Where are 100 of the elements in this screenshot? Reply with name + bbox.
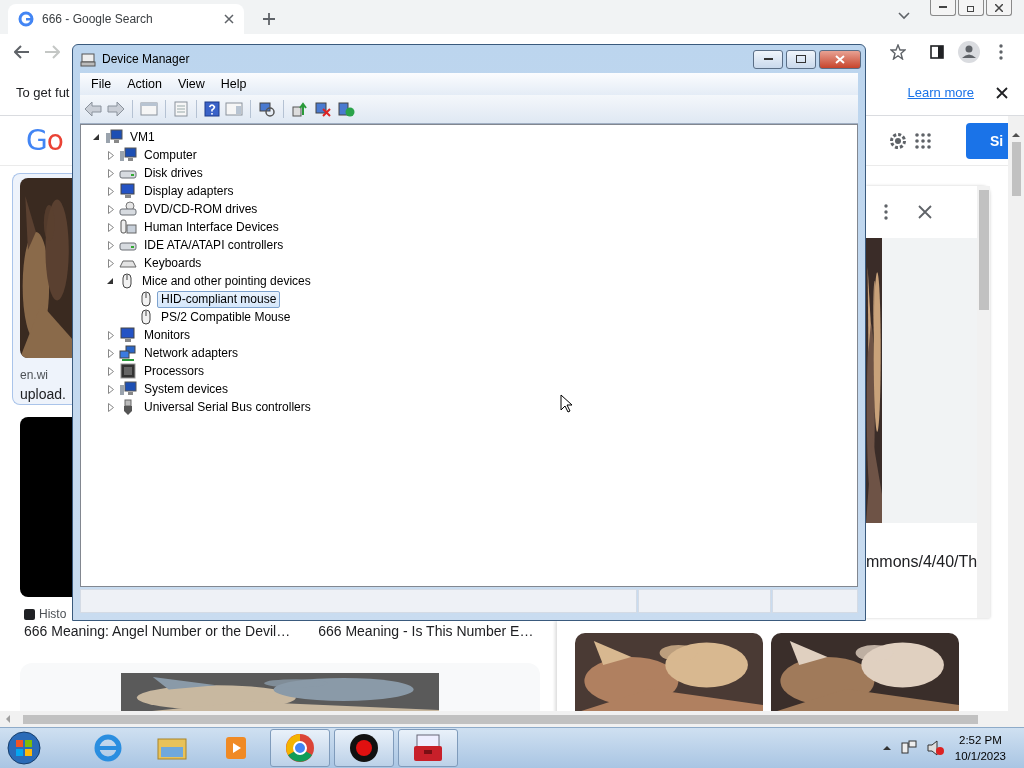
- restore-icon: [966, 3, 976, 12]
- menu-item[interactable]: File: [83, 77, 120, 91]
- chevron-down-icon[interactable]: [898, 12, 910, 20]
- tree-item[interactable]: Mice and other pointing devices: [138, 272, 315, 290]
- logo[interactable]: Go: [26, 124, 63, 157]
- sign-in-button[interactable]: Si: [966, 122, 1008, 159]
- source-text: Histo: [39, 607, 67, 621]
- menu-item[interactable]: Help: [212, 77, 255, 91]
- computer-icon: [119, 381, 137, 397]
- star-icon[interactable]: [890, 44, 906, 60]
- result-title[interactable]: 666 Meaning: Angel Number or the Devil…: [24, 623, 291, 639]
- maximize-icon: [796, 55, 806, 63]
- window-title: Device Manager: [102, 52, 190, 66]
- tree-item[interactable]: HID-compliant mouse: [157, 290, 281, 308]
- browser-tab[interactable]: 666 - Google Search: [8, 4, 244, 34]
- info-text: To get fut: [16, 85, 70, 100]
- new-tab-icon[interactable]: [262, 12, 276, 26]
- tree-item[interactable]: Processors: [140, 362, 209, 380]
- avatar-icon[interactable]: [958, 41, 980, 63]
- record-icon: [348, 732, 380, 764]
- apps-grid-icon[interactable]: [914, 131, 932, 150]
- minimize-button[interactable]: [753, 49, 783, 69]
- tab-title: 666 - Google Search: [42, 12, 154, 26]
- back-arrow-icon[interactable]: [84, 101, 102, 117]
- restore-button[interactable]: [958, 0, 984, 16]
- minimize-button[interactable]: [930, 0, 956, 16]
- monitor-icon: [119, 183, 137, 199]
- minimize-icon: [763, 57, 773, 61]
- tree-item[interactable]: DVD/CD-ROM drives: [140, 200, 262, 218]
- learn-more-link[interactable]: Learn more: [907, 85, 974, 100]
- taskbar-app[interactable]: [334, 729, 394, 767]
- clock[interactable]: 2:52 PM 10/1/2023: [954, 732, 1006, 764]
- tree-item[interactable]: Monitors: [140, 326, 194, 344]
- close-icon[interactable]: [224, 14, 234, 24]
- close-icon[interactable]: [996, 86, 1008, 99]
- uninstall-icon[interactable]: [314, 101, 332, 117]
- close-icon: [835, 54, 845, 64]
- scrollbar[interactable]: [0, 711, 1024, 727]
- scroll-up-icon[interactable]: [1012, 132, 1020, 138]
- start-button-icon[interactable]: [6, 730, 42, 766]
- disc-drive-icon: [119, 201, 137, 217]
- menu-item[interactable]: View: [169, 77, 213, 91]
- tree-item[interactable]: Computer: [140, 146, 201, 164]
- network-icon[interactable]: [900, 740, 917, 756]
- tree-item[interactable]: IDE ATA/ATAPI controllers: [140, 236, 288, 254]
- speaker-muted-icon[interactable]: [926, 740, 945, 756]
- mouse-icon: [138, 291, 154, 307]
- url-text: mmons/4/40/Th: [866, 553, 978, 571]
- device-icon: [119, 219, 137, 235]
- computer-icon: [119, 147, 137, 163]
- chevron-up-icon[interactable]: [882, 745, 891, 751]
- result-caption: upload.: [20, 386, 67, 402]
- kebab-menu-icon[interactable]: [999, 44, 1003, 60]
- tree-item[interactable]: Disk drives: [140, 164, 207, 182]
- update-driver-icon[interactable]: [291, 101, 309, 117]
- video-thumbnail[interactable]: [20, 417, 72, 597]
- device-manager-icon: [80, 51, 96, 67]
- help-icon[interactable]: [204, 101, 220, 117]
- tree-item[interactable]: Display adapters: [140, 182, 238, 200]
- network-icon: [119, 345, 137, 361]
- menu-item[interactable]: Action: [119, 77, 170, 91]
- close-icon[interactable]: [918, 205, 932, 219]
- tree-item[interactable]: System devices: [140, 380, 233, 398]
- chrome-icon: [284, 732, 316, 764]
- side-panel-icon[interactable]: [930, 45, 944, 59]
- tree-item[interactable]: Keyboards: [140, 254, 206, 272]
- scrollbar[interactable]: [1008, 116, 1024, 711]
- scan-hardware-icon[interactable]: [258, 101, 276, 117]
- scrollbar-thumb[interactable]: [978, 190, 989, 310]
- browser-icon: [93, 733, 123, 763]
- back-arrow-icon[interactable]: [14, 45, 30, 59]
- maximize-button[interactable]: [786, 49, 816, 69]
- result-card[interactable]: en.wi upload.: [12, 173, 72, 405]
- close-icon: [995, 3, 1003, 12]
- monitor-icon: [119, 327, 137, 343]
- close-button[interactable]: [819, 49, 861, 69]
- source-text: en.wi: [20, 368, 49, 382]
- close-button[interactable]: [986, 0, 1012, 16]
- google-icon: [18, 11, 34, 27]
- tree-item[interactable]: Network adapters: [140, 344, 243, 362]
- result-title[interactable]: 666 Meaning - Is This Number E…: [318, 623, 557, 639]
- mouse-icon: [138, 309, 154, 325]
- scrollbar[interactable]: [977, 186, 990, 618]
- tree-item[interactable]: Universal Serial Bus controllers: [140, 398, 315, 416]
- question-badge-icon: [24, 608, 35, 620]
- chip-icon: [119, 363, 137, 379]
- scrollbar-thumb[interactable]: [1011, 142, 1021, 196]
- minimize-icon: [939, 6, 947, 9]
- tree-item[interactable]: VM1: [126, 128, 159, 146]
- kebab-menu-icon[interactable]: [884, 204, 888, 220]
- tree-item[interactable]: Human Interface Devices: [140, 218, 283, 236]
- scrollbar-thumb[interactable]: [23, 714, 978, 724]
- forward-arrow-icon[interactable]: [107, 101, 125, 117]
- mouse-pointer-icon: [560, 394, 572, 413]
- mouse-icon: [119, 273, 135, 289]
- computer-icon: [105, 129, 123, 145]
- settings-icon[interactable]: [888, 130, 908, 151]
- tree-item[interactable]: PS/2 Compatible Mouse: [157, 308, 295, 326]
- toolbox-icon: [411, 732, 445, 764]
- enable-device-icon[interactable]: [337, 101, 355, 117]
